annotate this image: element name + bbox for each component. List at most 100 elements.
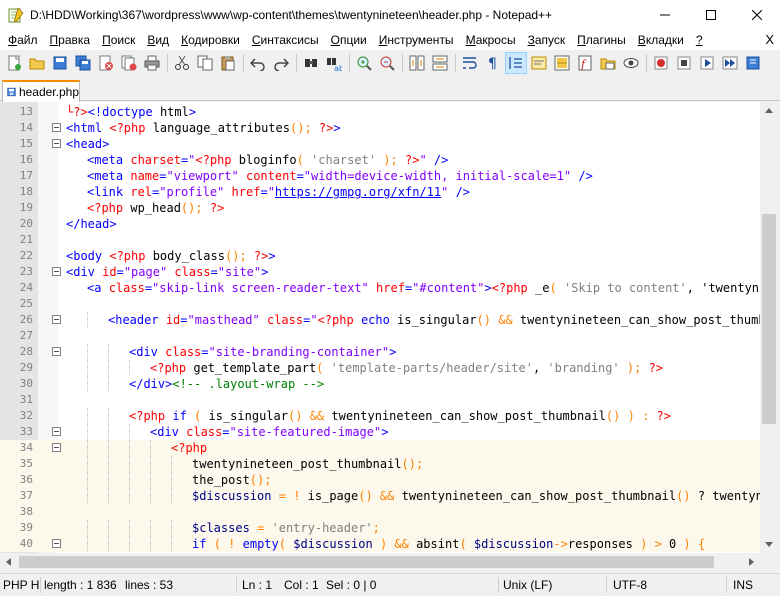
code-line[interactable]: 38	[0, 504, 760, 520]
code-line[interactable]: 13 └?><!doctype html>	[0, 104, 760, 120]
code-line[interactable]: 32 <?php if ( is_singular() && twentynine…	[0, 408, 760, 424]
scroll-down-arrow[interactable]	[760, 536, 778, 553]
horizontal-scroll-thumb[interactable]	[19, 556, 714, 568]
horizontal-scrollbar[interactable]	[0, 553, 760, 571]
menu-item-7[interactable]: Инструменты	[373, 30, 460, 50]
code-line[interactable]: 24 <a class="skip-link screen-reader-text…	[0, 280, 760, 296]
code-line[interactable]: 36 the_post();	[0, 472, 760, 488]
fold-toggle-icon[interactable]	[52, 315, 61, 324]
copy-button[interactable]	[194, 52, 216, 74]
code-line[interactable]: 35 twentynineteen_post_thumbnail();	[0, 456, 760, 472]
menu-item-1[interactable]: Правка	[44, 30, 97, 50]
menu-item-10[interactable]: Плагины	[571, 30, 632, 50]
menu-item-8[interactable]: Макросы	[460, 30, 522, 50]
minimize-button[interactable]	[642, 0, 688, 30]
find-button[interactable]	[300, 52, 322, 74]
code-line[interactable]: 22 <body <?php body_class(); ?>>	[0, 248, 760, 264]
indent-guide-button[interactable]	[505, 52, 527, 74]
word-wrap-button[interactable]	[459, 52, 481, 74]
udl-button[interactable]	[528, 52, 550, 74]
record-macro-button[interactable]	[650, 52, 672, 74]
notepadpp-app-icon[interactable]	[8, 6, 24, 23]
line-number: 34	[19, 441, 33, 454]
zoom-in-button[interactable]	[353, 52, 375, 74]
code-line[interactable]: 37 $discussion = ! is_page() && twentynin…	[0, 488, 760, 504]
play-macro-button[interactable]	[696, 52, 718, 74]
code-line[interactable]: 27	[0, 328, 760, 344]
indent-guide-icon	[509, 57, 522, 69]
menu-item-0[interactable]: Файл	[2, 30, 44, 50]
code-line[interactable]: 29 <?php get_template_part( 'template-par…	[0, 360, 760, 376]
scroll-up-arrow[interactable]	[760, 102, 778, 119]
menu-item-4[interactable]: Кодировки	[175, 30, 246, 50]
fold-toggle-icon[interactable]	[52, 427, 61, 436]
scroll-left-arrow[interactable]	[0, 553, 17, 571]
code-line[interactable]: 33 <div class="site-featured-image">	[0, 424, 760, 440]
scroll-right-arrow[interactable]	[743, 553, 760, 571]
monitoring-button[interactable]	[620, 52, 642, 74]
menu-item-12[interactable]: ?	[690, 30, 709, 50]
fold-toggle-icon[interactable]	[52, 443, 61, 452]
play-macro-multiple-button[interactable]	[719, 52, 741, 74]
close-document-button[interactable]: X	[765, 30, 774, 50]
code-line[interactable]: 34 <?php	[0, 440, 760, 456]
fold-toggle-icon[interactable]	[52, 267, 61, 276]
code-line[interactable]: 19 <?php wp_head(); ?>	[0, 200, 760, 216]
code-editor[interactable]: 13 └?><!doctype html> 14 <html <?php langua…	[0, 102, 760, 553]
code-line[interactable]: 17 <meta name="viewport" content="width=d…	[0, 168, 760, 184]
menu-item-6[interactable]: Опции	[325, 30, 373, 50]
close-window-button[interactable]	[734, 0, 780, 30]
fold-toggle-icon[interactable]	[52, 139, 61, 148]
menu-item-9[interactable]: Запуск	[522, 30, 572, 50]
menu-item-3[interactable]: Вид	[141, 30, 175, 50]
cut-button[interactable]	[171, 52, 193, 74]
undo-button[interactable]	[247, 52, 269, 74]
code-line[interactable]: 40 if ( ! empty( $discussion ) && absint(…	[0, 536, 760, 552]
code-line[interactable]: 14 <html <?php language_attributes(); ?>>	[0, 120, 760, 136]
code-line[interactable]: 28 <div class="site-branding-container">	[0, 344, 760, 360]
fold-toggle-icon[interactable]	[52, 123, 61, 132]
code-line[interactable]: 15 <head>	[0, 136, 760, 152]
paste-button[interactable]	[217, 52, 239, 74]
save-macro-button[interactable]	[742, 52, 764, 74]
open-file-button[interactable]	[26, 52, 48, 74]
show-all-chars-button[interactable]: ¶	[482, 52, 504, 74]
print-button[interactable]	[141, 52, 163, 74]
close-all-button[interactable]	[118, 52, 140, 74]
code-line[interactable]: 23 <div id="page" class="site">	[0, 264, 760, 280]
save-button[interactable]	[49, 52, 71, 74]
tab-header-php[interactable]: header.php	[2, 80, 80, 102]
stop-macro-button[interactable]	[673, 52, 695, 74]
code-line[interactable]: 18 <link rel="profile" href="https://gmpg…	[0, 184, 760, 200]
code-line[interactable]: 31	[0, 392, 760, 408]
vertical-scroll-thumb[interactable]	[762, 214, 776, 424]
code-line[interactable]: 16 <meta charset="<?php bloginfo( 'charse…	[0, 152, 760, 168]
fold-toggle-icon[interactable]	[52, 539, 61, 548]
status-insert-mode: INS	[733, 578, 754, 592]
code-line[interactable]: 30 </div><!-- .layout-wrap -->	[0, 376, 760, 392]
code-line[interactable]: 25	[0, 296, 760, 312]
save-all-button[interactable]	[72, 52, 94, 74]
indent-guide	[87, 312, 88, 328]
maximize-button[interactable]	[688, 0, 734, 30]
sync-vertical-button[interactable]	[406, 52, 428, 74]
indent-guide	[129, 456, 130, 472]
menu-item-2[interactable]: Поиск	[96, 30, 141, 50]
fold-toggle-icon[interactable]	[52, 347, 61, 356]
menu-item-5[interactable]: Синтаксисы	[246, 30, 325, 50]
doc-map-button[interactable]	[551, 52, 573, 74]
code-line[interactable]: 20 </head>	[0, 216, 760, 232]
code-line[interactable]: 39 $classes = 'entry-header';	[0, 520, 760, 536]
close-button[interactable]	[95, 52, 117, 74]
code-line[interactable]: 26 <header id="masthead" class="<?php ech…	[0, 312, 760, 328]
function-list-button[interactable]: f	[574, 52, 596, 74]
menu-item-11[interactable]: Вкладки	[632, 30, 690, 50]
folder-workspace-button[interactable]	[597, 52, 619, 74]
redo-button[interactable]	[270, 52, 292, 74]
zoom-out-button[interactable]	[376, 52, 398, 74]
sync-horizontal-button[interactable]	[429, 52, 451, 74]
new-file-button[interactable]	[3, 52, 25, 74]
vertical-scrollbar[interactable]	[760, 102, 778, 553]
code-line[interactable]: 21	[0, 232, 760, 248]
replace-button[interactable]: ab	[323, 52, 345, 74]
